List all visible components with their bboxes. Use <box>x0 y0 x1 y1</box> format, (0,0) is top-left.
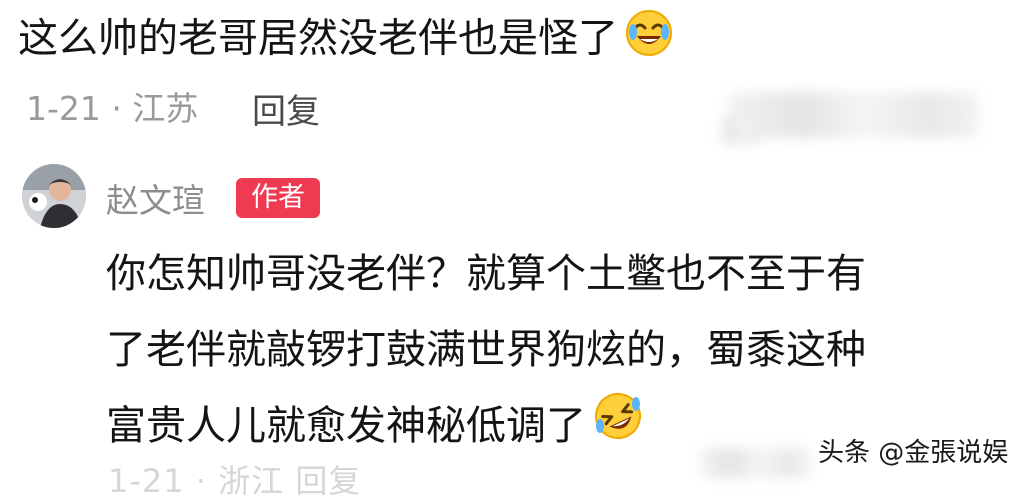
blurred-region-small <box>720 116 760 144</box>
comment-text: 这么帅的老哥居然没老伴也是怪了 <box>18 8 674 73</box>
reply-line-text: 富贵人儿就愈发神秘低调了 <box>106 403 586 449</box>
comment-meta: 1-21 · 江苏 <box>26 89 199 128</box>
avatar-icon <box>22 164 86 228</box>
reply-line: 了老伴就敲锣打鼓满世界狗炫的，蜀黍这种 <box>106 327 866 373</box>
watermark: 头条 @金張说娱 <box>818 438 1009 468</box>
author-name[interactable]: 赵文瑄 <box>106 174 205 222</box>
avatar[interactable] <box>22 164 86 228</box>
reply-line: 你怎知帅哥没老伴？就算个土鳖也不至于有 <box>106 251 866 297</box>
rolling-laughing-emoji-icon <box>592 390 644 467</box>
comment-body: 这么帅的老哥居然没老伴也是怪了 <box>18 15 618 62</box>
crying-laughing-emoji-icon <box>624 8 674 73</box>
blurred-region <box>728 92 978 138</box>
next-comment-meta: 1-21 · 浙江 回复 <box>108 462 362 500</box>
author-badge: 作者 <box>236 178 320 218</box>
reply-button[interactable]: 回复 <box>252 84 320 133</box>
